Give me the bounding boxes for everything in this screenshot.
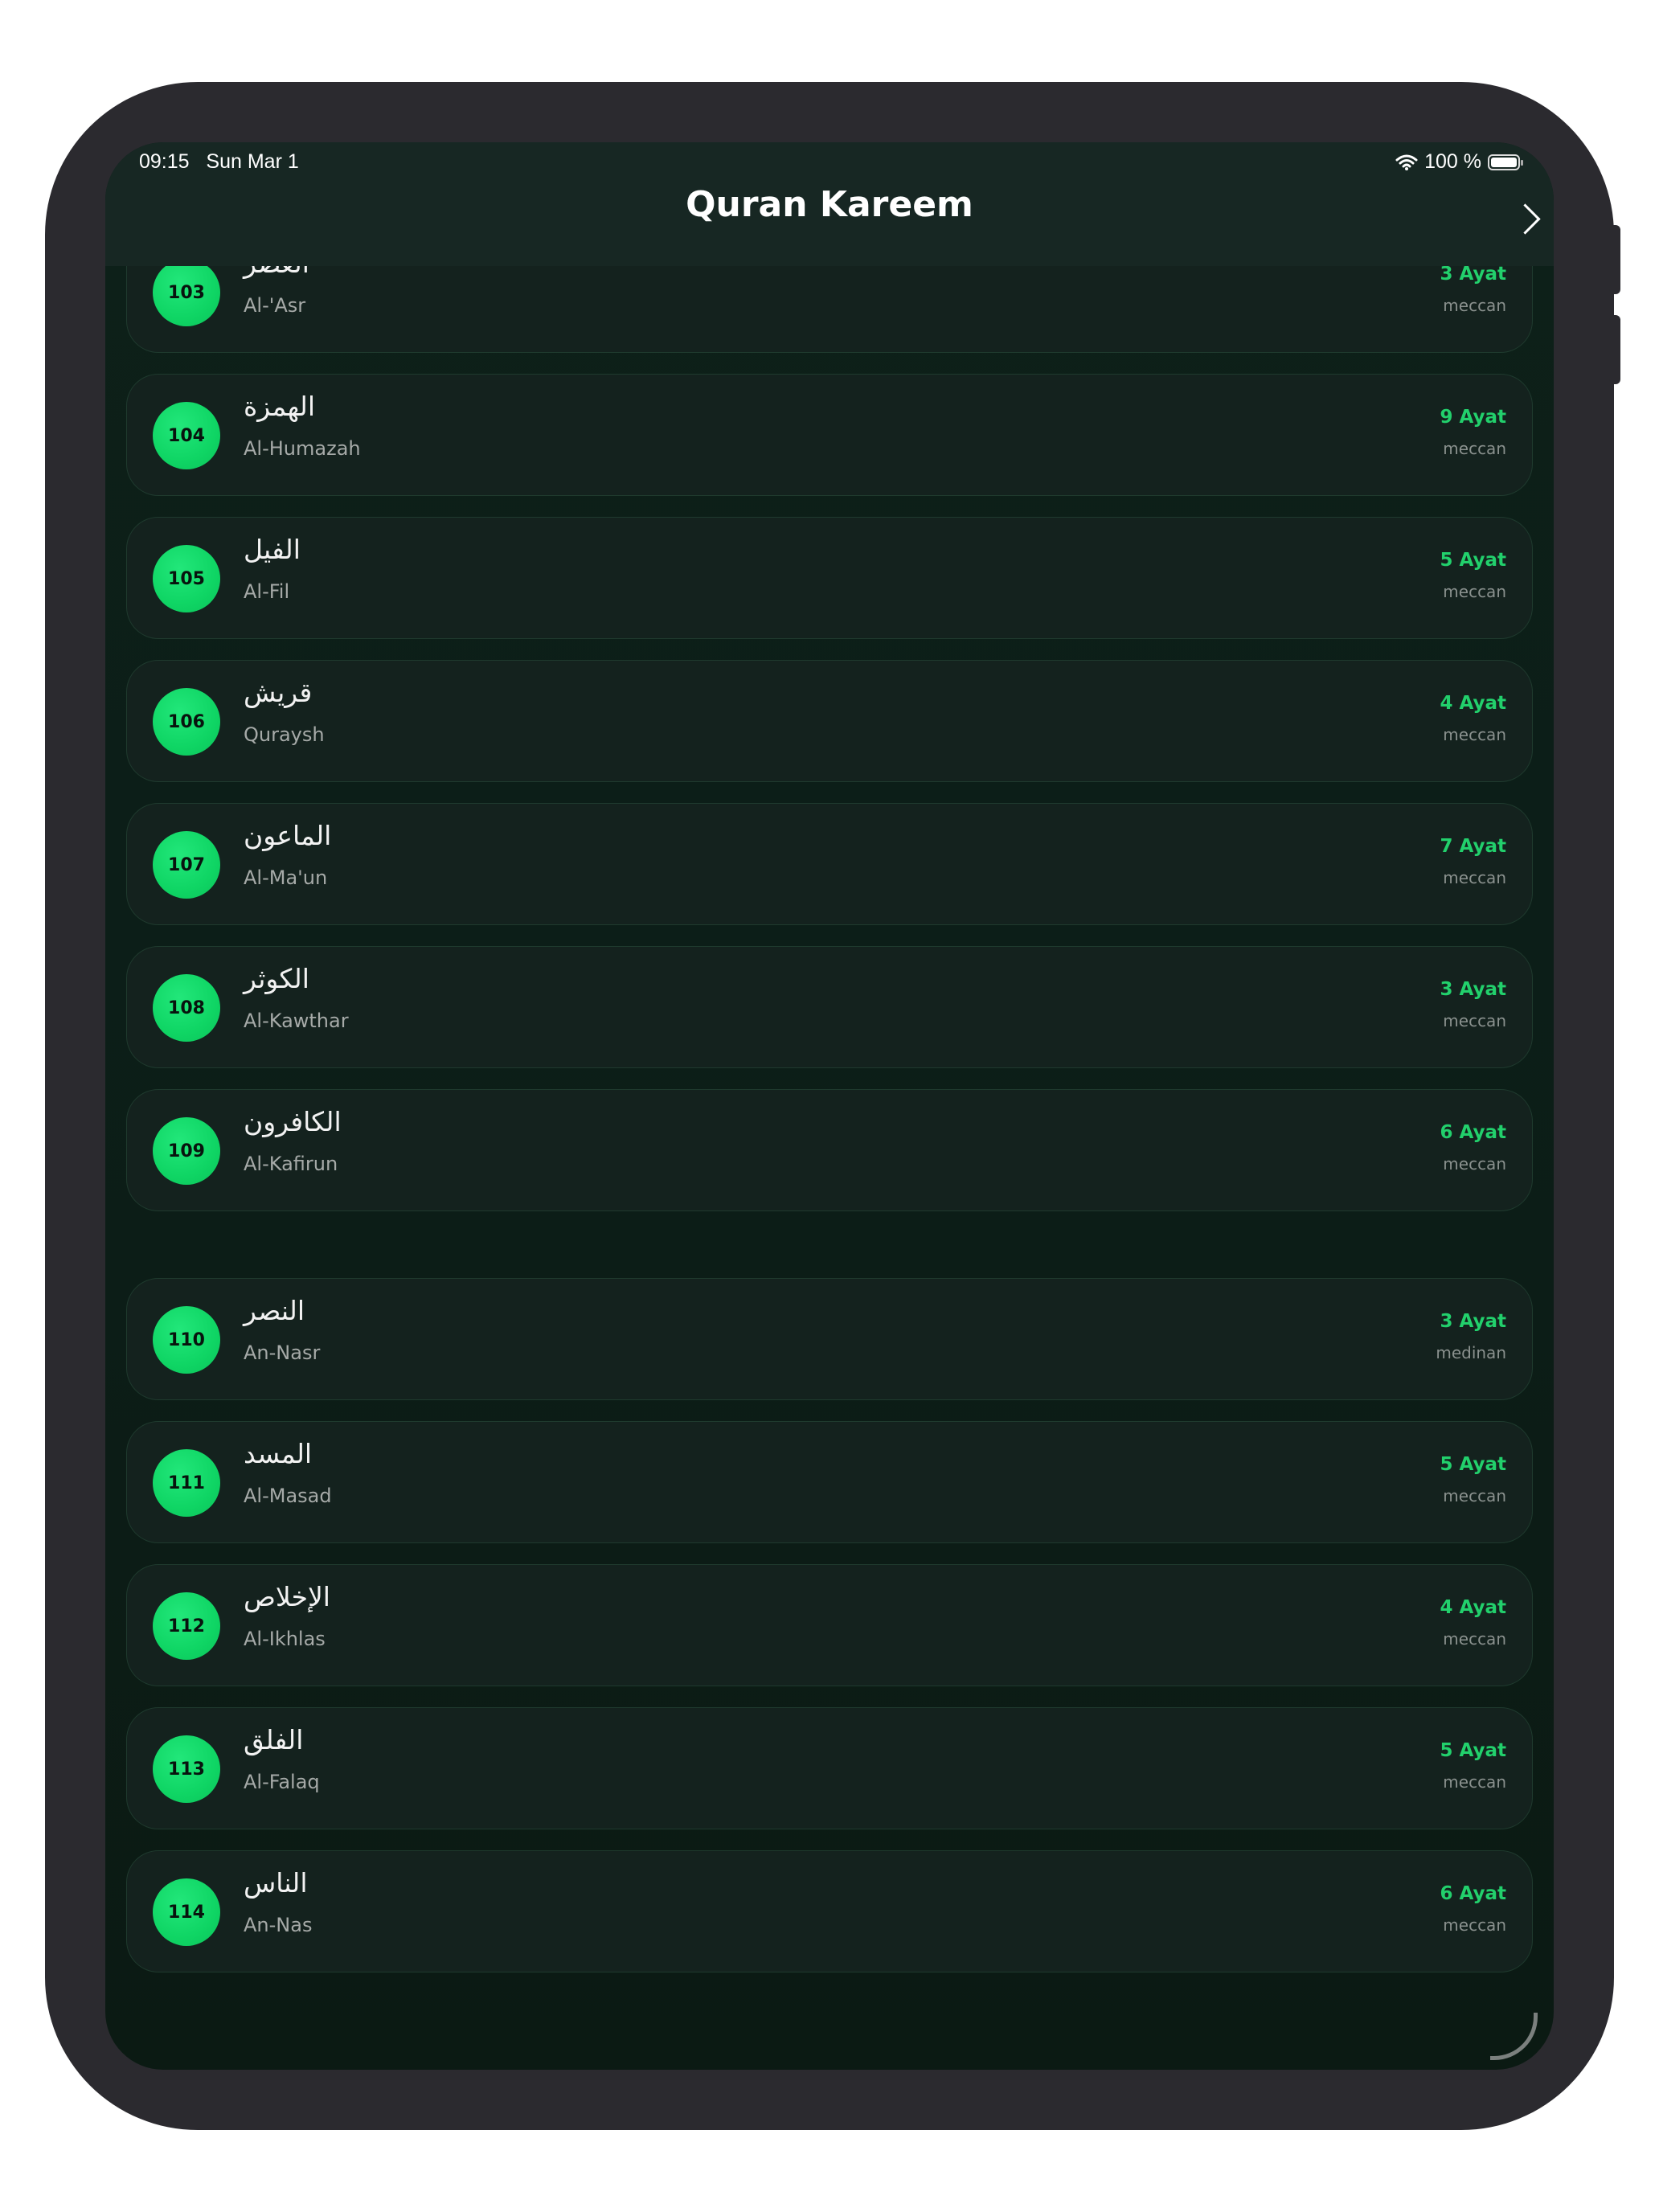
surah-arabic-name: الكوثر — [244, 963, 309, 994]
revelation-type: meccan — [1443, 1486, 1506, 1505]
surah-arabic-name: الإخلاص — [244, 1581, 330, 1612]
surah-card[interactable]: 113 الفلق Al-Falaq 5 Ayat meccan — [126, 1707, 1533, 1829]
revelation-type: meccan — [1443, 1154, 1506, 1174]
status-bar-left: 09:15 Sun Mar 1 — [139, 150, 299, 174]
surah-transliteration: Al-Kafirun — [244, 1153, 338, 1175]
surah-card[interactable]: 105 الفيل Al-Fil 5 Ayat meccan — [126, 517, 1533, 639]
status-bar-right: 100 % — [1395, 150, 1523, 174]
surah-transliteration: Al-Humazah — [244, 437, 361, 460]
surah-transliteration: Al-Falaq — [244, 1771, 320, 1793]
surah-card[interactable]: 108 الكوثر Al-Kawthar 3 Ayat meccan — [126, 946, 1533, 1068]
ayat-count: 3 Ayat — [1440, 1311, 1507, 1332]
ayat-count: 9 Ayat — [1440, 407, 1507, 428]
revelation-type: meccan — [1443, 439, 1506, 458]
ayat-count: 3 Ayat — [1440, 264, 1507, 285]
surah-arabic-name: النصر — [244, 1295, 305, 1326]
surah-arabic-name: قريش — [244, 677, 313, 708]
surah-transliteration: Al-Ma'un — [244, 866, 328, 889]
revelation-type: meccan — [1443, 296, 1506, 315]
status-date: Sun Mar 1 — [206, 150, 299, 173]
surah-transliteration: An-Nasr — [244, 1342, 321, 1364]
surah-number-badge: 103 — [153, 259, 220, 326]
ayat-count: 4 Ayat — [1440, 1597, 1507, 1618]
revelation-type: meccan — [1443, 582, 1506, 601]
status-time: 09:15 — [139, 150, 190, 173]
revelation-type: meccan — [1443, 1772, 1506, 1792]
surah-arabic-name: المسد — [244, 1438, 313, 1469]
surah-card[interactable]: 106 قريش Quraysh 4 Ayat meccan — [126, 660, 1533, 782]
navigation-bar: 09:15 Sun Mar 1 100 % Quran Kareem — [105, 142, 1554, 266]
surah-card[interactable]: 104 الهمزة Al-Humazah 9 Ayat meccan — [126, 374, 1533, 496]
volume-up-button — [1609, 225, 1620, 294]
revelation-type: meccan — [1443, 1011, 1506, 1030]
app-screen: 09:15 Sun Mar 1 100 % Quran Kareem 103 ال… — [105, 142, 1554, 2070]
surah-arabic-name: الماعون — [244, 820, 332, 851]
surah-transliteration: Al-Fil — [244, 580, 290, 603]
wifi-icon — [1395, 154, 1418, 170]
surah-card[interactable]: 111 المسد Al-Masad 5 Ayat meccan — [126, 1421, 1533, 1543]
surah-number-badge: 107 — [153, 831, 220, 899]
scroll-indicator — [1490, 2013, 1538, 2060]
surah-number-badge: 112 — [153, 1592, 220, 1660]
surah-number-badge: 104 — [153, 402, 220, 469]
volume-down-button — [1609, 315, 1620, 384]
surah-number-badge: 111 — [153, 1449, 220, 1517]
surah-transliteration: Al-Kawthar — [244, 1010, 349, 1032]
surah-transliteration: Al-Ikhlas — [244, 1628, 326, 1650]
page-title: Quran Kareem — [686, 184, 973, 225]
surah-number-badge: 108 — [153, 974, 220, 1042]
surah-transliteration: Al-'Asr — [244, 294, 306, 317]
ayat-count: 5 Ayat — [1440, 1740, 1507, 1761]
revelation-type: medinan — [1436, 1343, 1506, 1362]
revelation-type: meccan — [1443, 1915, 1506, 1935]
battery-percentage: 100 % — [1424, 150, 1481, 173]
surah-card[interactable]: 114 الناس An-Nas 6 Ayat meccan — [126, 1850, 1533, 1972]
surah-arabic-name: الكافرون — [244, 1106, 342, 1137]
battery-icon — [1488, 154, 1523, 170]
ayat-count: 7 Ayat — [1440, 836, 1507, 857]
surah-number-badge: 113 — [153, 1735, 220, 1803]
ayat-count: 5 Ayat — [1440, 1454, 1507, 1475]
revelation-type: meccan — [1443, 1629, 1506, 1649]
surah-arabic-name: الهمزة — [244, 391, 316, 422]
ayat-count: 3 Ayat — [1440, 979, 1507, 1000]
surah-number-badge: 106 — [153, 688, 220, 756]
tablet-frame: 09:15 Sun Mar 1 100 % Quran Kareem 103 ال… — [45, 82, 1620, 2130]
surah-transliteration: An-Nas — [244, 1914, 313, 1936]
surah-number-badge: 114 — [153, 1878, 220, 1946]
ayat-count: 4 Ayat — [1440, 693, 1507, 714]
surah-arabic-name: الفيل — [244, 534, 301, 565]
ayat-count: 5 Ayat — [1440, 550, 1507, 571]
surah-card[interactable]: 109 الكافرون Al-Kafirun 6 Ayat meccan — [126, 1089, 1533, 1211]
surah-arabic-name: الفلق — [244, 1724, 304, 1755]
revelation-type: meccan — [1443, 868, 1506, 887]
surah-transliteration: Al-Masad — [244, 1485, 332, 1507]
surah-card[interactable]: 110 النصر An-Nasr 3 Ayat medinan — [126, 1278, 1533, 1400]
surah-number-badge: 105 — [153, 545, 220, 612]
surah-number-badge: 109 — [153, 1117, 220, 1185]
surah-arabic-name: الناس — [244, 1867, 308, 1899]
surah-card[interactable]: 112 الإخلاص Al-Ikhlas 4 Ayat meccan — [126, 1564, 1533, 1686]
ayat-count: 6 Ayat — [1440, 1122, 1507, 1143]
ayat-count: 6 Ayat — [1440, 1883, 1507, 1904]
revelation-type: meccan — [1443, 725, 1506, 744]
surah-card[interactable]: 107 الماعون Al-Ma'un 7 Ayat meccan — [126, 803, 1533, 925]
surah-number-badge: 110 — [153, 1306, 220, 1374]
surah-transliteration: Quraysh — [244, 723, 325, 746]
